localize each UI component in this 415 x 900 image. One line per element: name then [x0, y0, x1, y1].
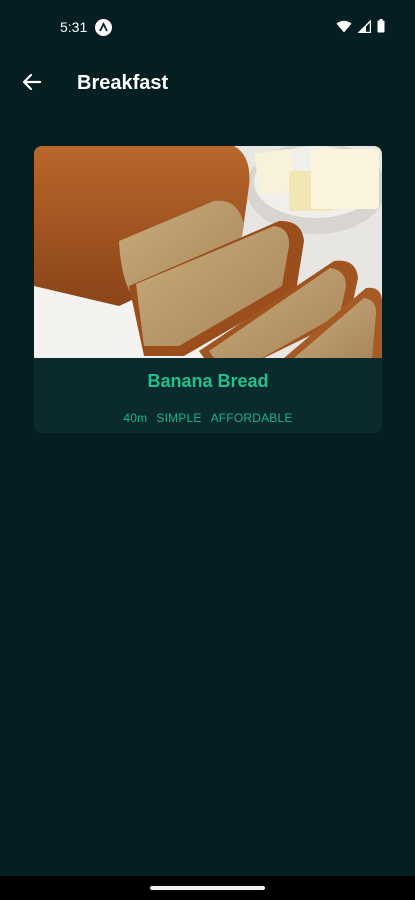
page-title: Breakfast — [77, 72, 169, 94]
status-time: 5:31 — [60, 19, 88, 35]
meal-title: Banana Bread — [147, 371, 269, 391]
meal-card[interactable]: Banana Bread 40m SIMPLE AFFORDABLE — [34, 146, 382, 433]
app-bar: Breakfast — [0, 56, 415, 112]
arrow-back-icon — [22, 72, 42, 97]
home-indicator[interactable] — [150, 886, 265, 890]
signal-icon — [357, 18, 372, 38]
back-button[interactable] — [14, 66, 50, 102]
app-notification-icon — [95, 19, 112, 36]
meal-meta: 40m SIMPLE AFFORDABLE — [34, 411, 382, 425]
status-bar: 5:31 — [0, 0, 415, 56]
meal-affordability: AFFORDABLE — [210, 411, 293, 425]
meal-image — [34, 146, 382, 358]
battery-icon — [377, 19, 385, 38]
wifi-icon — [336, 20, 352, 38]
meal-duration: 40m — [123, 411, 148, 425]
meal-complexity: SIMPLE — [156, 411, 202, 425]
